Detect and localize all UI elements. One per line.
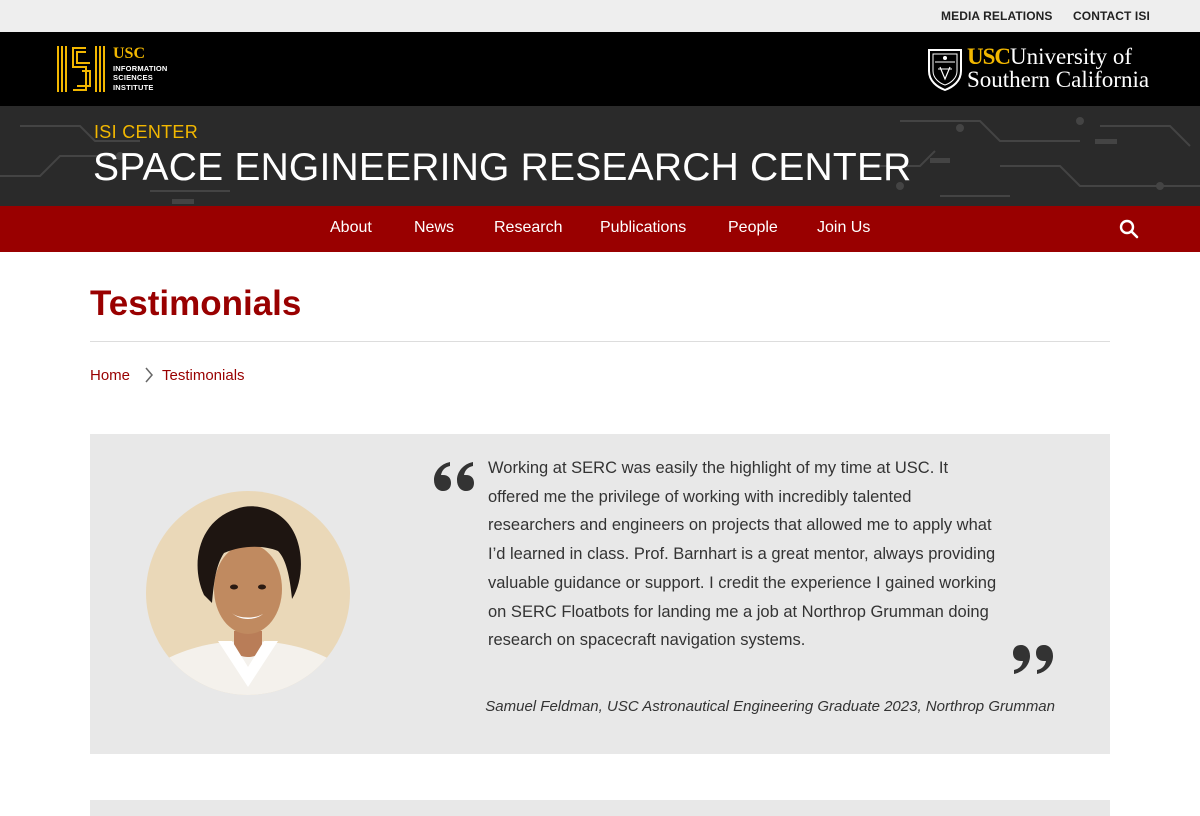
quote-close-icon	[1013, 645, 1053, 674]
chevron-right-icon	[145, 367, 153, 383]
main-nav: About News Research Publications People …	[0, 206, 1200, 252]
nav-item-research[interactable]: Research	[494, 219, 562, 237]
search-button[interactable]	[1118, 218, 1140, 240]
testimonial-card: Working at SERC was easily the highlight…	[90, 434, 1110, 754]
isi-logo-line3: INSTITUTE	[113, 82, 154, 92]
isi-logo-mark-icon	[57, 46, 105, 92]
contact-isi-link[interactable]: CONTACT ISI	[1073, 9, 1150, 23]
usc-seal-icon	[928, 49, 962, 91]
nav-item-news[interactable]: News	[414, 219, 454, 237]
isi-logo-institute: INFORMATION SCIENCES INSTITUTE	[113, 64, 168, 92]
isi-logo-usc: USC	[113, 45, 146, 62]
title-divider	[90, 341, 1110, 342]
usc-logo-university: University of	[1010, 44, 1133, 69]
center-banner: ISI CENTER SPACE ENGINEERING RESEARCH CE…	[0, 106, 1200, 206]
banner-title[interactable]: SPACE ENGINEERING RESEARCH CENTER	[93, 146, 912, 190]
testimonial-author: Samuel Feldman, USC Astronautical Engine…	[485, 698, 1055, 715]
testimonial-card-next	[90, 800, 1110, 816]
usc-logo-line2: Southern California	[967, 67, 1150, 92]
banner-kicker: ISI CENTER	[94, 122, 199, 142]
usc-logo-line1: USCUniversity of	[967, 45, 1132, 69]
testimonial-quote: Working at SERC was easily the highlight…	[488, 459, 997, 650]
nav-item-join-us[interactable]: Join Us	[817, 219, 870, 237]
nav-item-people[interactable]: People	[728, 219, 778, 237]
breadcrumb-current: Testimonials	[162, 367, 245, 384]
page-title: Testimonials	[90, 284, 302, 323]
search-icon	[1119, 219, 1139, 239]
breadcrumb-home-link[interactable]: Home	[90, 367, 130, 384]
usc-logo[interactable]: USCUniversity of Southern California	[926, 45, 1150, 93]
site-header: USC INFORMATION SCIENCES INSTITUTE USCUn…	[0, 32, 1200, 106]
isi-logo-line2: SCIENCES	[113, 73, 153, 83]
nav-item-about[interactable]: About	[330, 219, 372, 237]
isi-logo-line1: INFORMATION	[113, 64, 168, 73]
quote-open-icon	[434, 462, 474, 491]
testimonial-avatar	[146, 491, 350, 695]
media-relations-link[interactable]: MEDIA RELATIONS	[941, 9, 1053, 23]
avatar-photo	[146, 491, 350, 695]
isi-logo[interactable]: USC INFORMATION SCIENCES INSTITUTE	[56, 45, 186, 93]
nav-item-publications[interactable]: Publications	[600, 219, 686, 237]
usc-logo-abbr: USC	[967, 44, 1011, 69]
utility-bar: MEDIA RELATIONS CONTACT ISI	[0, 0, 1200, 32]
